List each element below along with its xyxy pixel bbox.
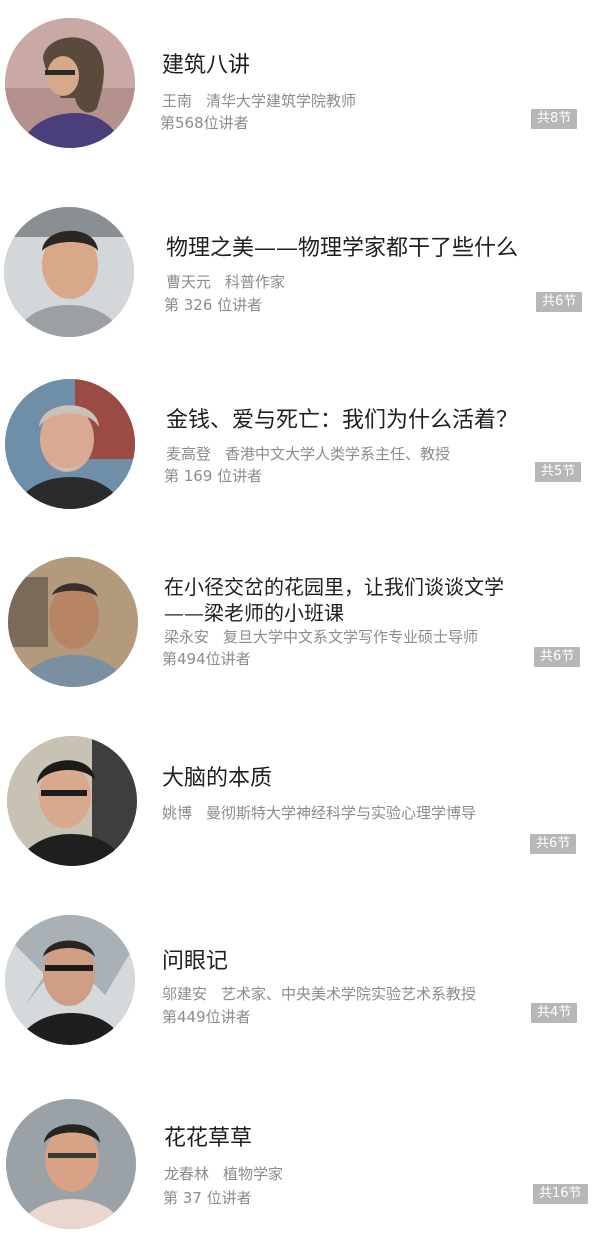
lecturer-info: 王南 清华大学建筑学院教师 bbox=[162, 91, 356, 111]
lecturer-avatar bbox=[7, 736, 137, 866]
lecturer-info: 麦高登 香港中文大学人类学系主任、教授 bbox=[166, 444, 450, 464]
course-title: 问眼记 bbox=[162, 949, 229, 974]
lecturer-title: 艺术家、中央美术学院实验艺术系教授 bbox=[221, 985, 477, 1003]
session-count-badge: 共6节 bbox=[536, 292, 583, 312]
lecturer-rank: 第568位讲者 bbox=[160, 114, 249, 132]
lecturer-title: 科普作家 bbox=[225, 273, 286, 291]
lecturer-avatar bbox=[4, 207, 134, 337]
lecturer-name: 麦高登 bbox=[166, 445, 212, 463]
lecturer-title: 清华大学建筑学院教师 bbox=[206, 92, 357, 110]
lecturer-info: 姚博 曼彻斯特大学神经科学与实验心理学博导 bbox=[162, 803, 476, 823]
session-count-badge: 共4节 bbox=[531, 1003, 578, 1023]
course-title: 花花草草 bbox=[164, 1126, 253, 1151]
course-title: 物理之美——物理学家都干了些什么 bbox=[166, 236, 519, 261]
course-card[interactable]: 金钱、爱与死亡：我们为什么活着？ 麦高登 香港中文大学人类学系主任、教授 第 16… bbox=[0, 367, 600, 517]
lecturer-avatar bbox=[8, 557, 138, 687]
session-count-badge: 共16节 bbox=[533, 1184, 588, 1204]
lecturer-rank: 第 169 位讲者 bbox=[164, 467, 263, 485]
lecturer-name: 邬建安 bbox=[162, 985, 208, 1003]
lecturer-title: 植物学家 bbox=[223, 1165, 284, 1183]
course-list: 建筑八讲 王南 清华大学建筑学院教师 第568位讲者 共8节 物理之美——物理学家… bbox=[0, 0, 600, 1237]
lecturer-title: 复旦大学中文系文学写作专业硕士导师 bbox=[223, 628, 479, 646]
lecturer-avatar bbox=[5, 379, 135, 509]
course-title-line2: ——梁老师的小班课 bbox=[164, 601, 344, 625]
lecturer-rank: 第 37 位讲者 bbox=[163, 1189, 252, 1207]
course-card[interactable]: 大脑的本质 姚博 曼彻斯特大学神经科学与实验心理学博导 共6节 bbox=[0, 722, 600, 872]
session-count-badge: 共5节 bbox=[535, 462, 582, 482]
lecturer-title: 香港中文大学人类学系主任、教授 bbox=[225, 445, 451, 463]
lecturer-rank: 第449位讲者 bbox=[162, 1008, 251, 1026]
course-card[interactable]: 物理之美——物理学家都干了些什么 曹天元 科普作家 第 326 位讲者 共6节 bbox=[0, 195, 600, 345]
session-count-badge: 共6节 bbox=[534, 647, 581, 667]
lecturer-name: 姚博 bbox=[162, 804, 193, 822]
lecturer-avatar bbox=[6, 1099, 136, 1229]
lecturer-info: 曹天元 科普作家 bbox=[166, 272, 285, 292]
course-card[interactable]: 问眼记 邬建安 艺术家、中央美术学院实验艺术系教授 第449位讲者 共4节 bbox=[0, 905, 600, 1055]
lecturer-avatar bbox=[5, 18, 135, 148]
course-card[interactable]: 在小径交岔的花园里，让我们谈谈文学 ——梁老师的小班课 梁永安 复旦大学中文系文学… bbox=[0, 545, 600, 695]
session-count-badge: 共8节 bbox=[531, 109, 578, 129]
course-card[interactable]: 建筑八讲 王南 清华大学建筑学院教师 第568位讲者 共8节 bbox=[0, 10, 600, 160]
lecturer-name: 王南 bbox=[162, 92, 193, 110]
lecturer-rank: 第494位讲者 bbox=[162, 650, 251, 668]
lecturer-title: 曼彻斯特大学神经科学与实验心理学博导 bbox=[206, 804, 477, 822]
lecturer-avatar bbox=[5, 915, 135, 1045]
course-title: 建筑八讲 bbox=[162, 53, 251, 78]
lecturer-name: 曹天元 bbox=[166, 273, 212, 291]
course-title: 金钱、爱与死亡：我们为什么活着？ bbox=[166, 408, 519, 433]
lecturer-name: 龙春林 bbox=[164, 1165, 210, 1183]
session-count-badge: 共6节 bbox=[530, 834, 577, 854]
lecturer-info: 梁永安 复旦大学中文系文学写作专业硕士导师 bbox=[164, 627, 478, 647]
lecturer-name: 梁永安 bbox=[164, 628, 210, 646]
lecturer-info: 龙春林 植物学家 bbox=[164, 1164, 283, 1184]
lecturer-info: 邬建安 艺术家、中央美术学院实验艺术系教授 bbox=[162, 984, 476, 1004]
lecturer-rank: 第 326 位讲者 bbox=[164, 296, 263, 314]
course-title: 在小径交岔的花园里，让我们谈谈文学 bbox=[164, 575, 504, 599]
course-card[interactable]: 花花草草 龙春林 植物学家 第 37 位讲者 共16节 bbox=[0, 1085, 600, 1235]
course-title: 大脑的本质 bbox=[162, 766, 273, 791]
